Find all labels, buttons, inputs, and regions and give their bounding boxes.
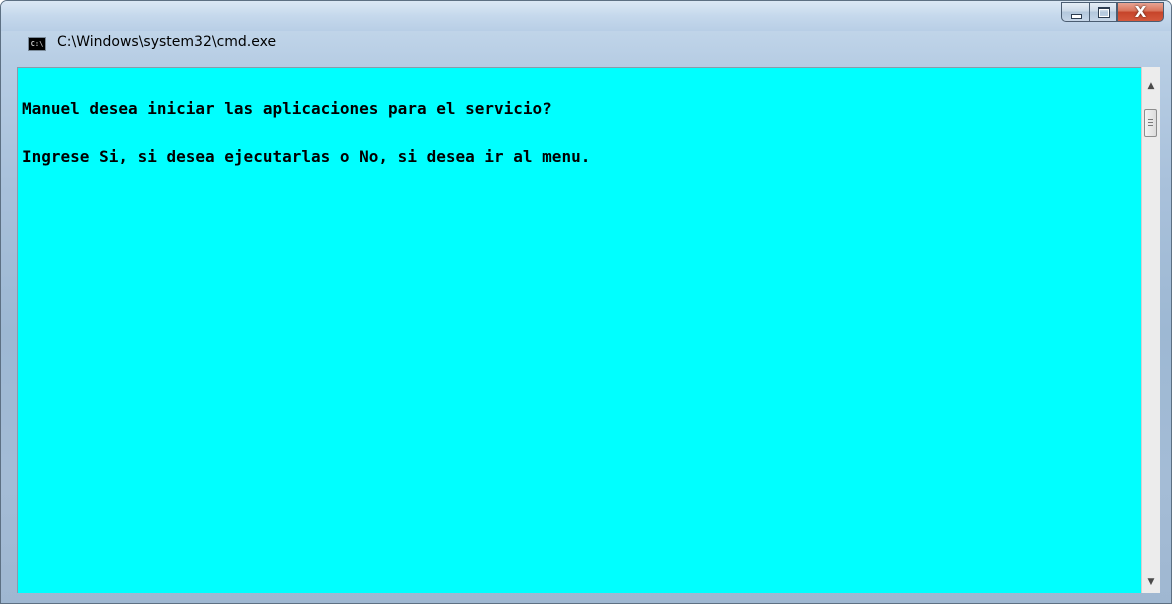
maximize-icon xyxy=(1098,7,1110,18)
minimize-icon xyxy=(1071,14,1082,19)
window-title: C:\Windows\system32\cmd.exe xyxy=(57,34,277,50)
window-bottom-border xyxy=(1,593,1171,603)
vertical-scrollbar[interactable]: ▲ ▼ xyxy=(1141,67,1160,593)
close-icon: X xyxy=(1134,3,1147,21)
minimize-button[interactable] xyxy=(1061,2,1089,22)
caption-buttons: X xyxy=(1061,2,1164,22)
cmd-icon[interactable]: C:\ xyxy=(28,37,46,51)
grip-line xyxy=(1148,125,1153,126)
console-line: Manuel desea iniciar las aplicaciones pa… xyxy=(22,99,552,118)
console-line: Ingrese Si, si desea ejecutarlas o No, s… xyxy=(22,147,591,166)
close-button[interactable]: X xyxy=(1117,2,1164,22)
console-output[interactable]: Manuel desea iniciar las aplicaciones pa… xyxy=(17,67,1141,593)
scroll-down-arrow-icon[interactable]: ▼ xyxy=(1142,573,1160,591)
cmd-window: C:\ C:\Windows\system32\cmd.exe X Manuel… xyxy=(0,0,1172,604)
grip-line xyxy=(1148,122,1153,123)
grip-line xyxy=(1148,119,1153,120)
maximize-button[interactable] xyxy=(1089,2,1117,22)
scroll-up-arrow-icon[interactable]: ▲ xyxy=(1142,77,1160,95)
console-text: Manuel desea iniciar las aplicaciones pa… xyxy=(22,69,590,197)
title-bar[interactable] xyxy=(1,1,1171,31)
scroll-thumb[interactable] xyxy=(1144,109,1157,137)
